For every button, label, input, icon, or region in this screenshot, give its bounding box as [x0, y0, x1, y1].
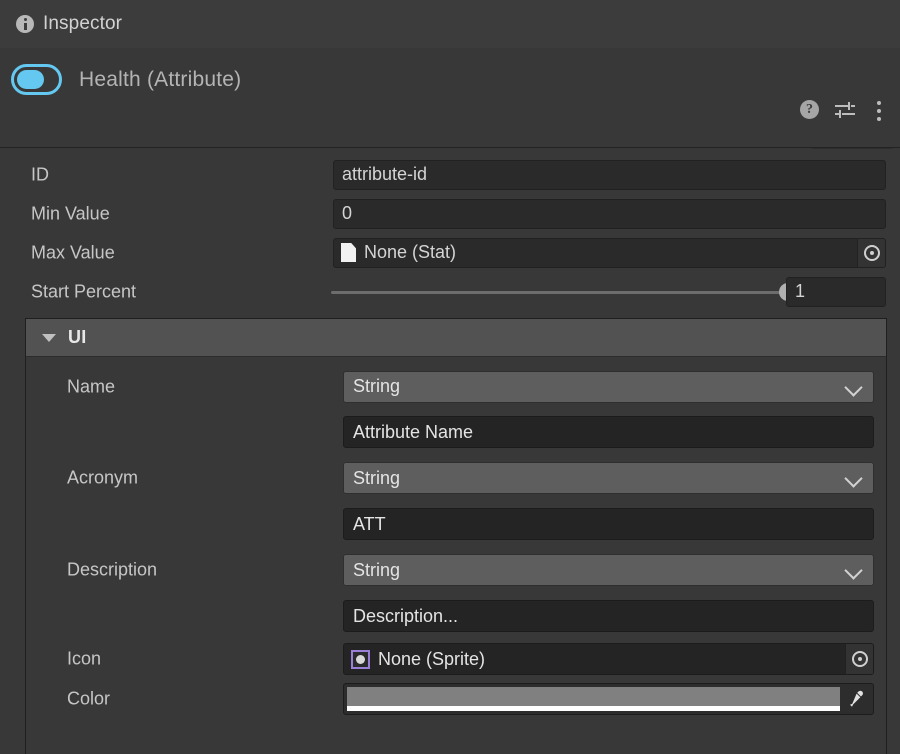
max-value-object-label: None (Stat) — [364, 242, 457, 262]
field-row-min-value: Min Value 0 — [0, 194, 900, 233]
eyedropper-icon[interactable] — [840, 687, 870, 711]
object-picker-ring — [863, 244, 880, 261]
start-percent-value: 1 — [795, 281, 806, 301]
help-icon[interactable]: ? — [798, 98, 822, 122]
document-icon — [341, 243, 356, 262]
field-row-icon: Icon None (Sprite) — [26, 639, 886, 679]
name-type-dropdown-value: String — [353, 376, 401, 396]
acronym-type-dropdown[interactable]: String — [343, 462, 874, 494]
page-title: Health (Attribute) — [79, 67, 242, 91]
chevron-down-icon — [843, 472, 865, 484]
icon-object-field[interactable]: None (Sprite) — [343, 643, 874, 675]
name-text-input-value: Attribute Name — [353, 421, 474, 442]
field-row-acronym-selector: Acronym String — [26, 455, 886, 501]
description-type-dropdown-value: String — [353, 559, 401, 580]
field-label-min-value: Min Value — [31, 203, 110, 223]
field-label-acronym: Acronym — [67, 467, 139, 488]
preset-settings-icon[interactable] — [833, 98, 857, 122]
id-input-value: attribute-id — [342, 164, 428, 184]
name-type-dropdown[interactable]: String — [343, 370, 874, 403]
id-input[interactable]: attribute-id — [333, 159, 886, 190]
min-value-input[interactable]: 0 — [333, 198, 886, 229]
object-picker-ring — [851, 651, 868, 667]
field-row-start-percent: Start Percent 1 — [0, 272, 900, 311]
acronym-text-input[interactable]: ATT — [343, 508, 874, 540]
acronym-type-dropdown-value: String — [353, 467, 401, 488]
name-text-input[interactable]: Attribute Name — [343, 416, 874, 448]
icon-object-label: None (Sprite) — [378, 648, 486, 669]
field-row-description-value: Description... — [26, 593, 886, 639]
field-label-max-value: Max Value — [31, 242, 115, 262]
start-percent-number-input[interactable]: 1 — [786, 276, 886, 307]
description-type-dropdown[interactable]: String — [343, 554, 874, 586]
field-row-id: ID attribute-id — [0, 155, 900, 194]
icon-object-inner: None (Sprite) — [344, 649, 845, 670]
object-title-row: Health (Attribute) — [11, 64, 241, 95]
description-text-input-value: Description... — [353, 605, 459, 626]
min-value-input-value: 0 — [342, 203, 353, 223]
tab-inspector-label: Inspector — [43, 13, 123, 34]
header-icon-group: ? — [798, 98, 892, 122]
field-label-start-percent: Start Percent — [31, 281, 137, 301]
field-row-description-selector: Description String — [26, 547, 886, 593]
field-row-name-selector: Name String — [26, 364, 886, 409]
triangle-down-icon[interactable] — [42, 333, 56, 342]
field-label-description: Description — [67, 559, 158, 580]
start-percent-slider[interactable] — [331, 282, 797, 302]
acronym-text-input-value: ATT — [353, 513, 386, 534]
color-field[interactable] — [343, 683, 874, 715]
chevron-down-icon — [843, 564, 865, 576]
help-icon-glyph: ? — [800, 100, 819, 119]
object-header: Health (Attribute) ? Open — [0, 48, 900, 176]
max-value-object-field[interactable]: None (Stat) — [333, 237, 886, 268]
ui-group-box: UI Name String Attribute Name Acronym St… — [25, 318, 887, 754]
color-swatch-alpha — [347, 706, 840, 711]
chevron-down-icon — [843, 381, 865, 393]
object-picker-icon[interactable] — [845, 644, 873, 674]
color-swatch[interactable] — [347, 687, 840, 711]
info-icon — [16, 15, 34, 33]
kebab-menu-icon[interactable] — [868, 98, 892, 122]
preset-settings-icon-svg — [835, 102, 855, 118]
field-label-color: Color — [67, 688, 111, 709]
description-text-input[interactable]: Description... — [343, 600, 874, 632]
field-label-icon: Icon — [67, 648, 102, 669]
field-row-max-value: Max Value None (Stat) — [0, 233, 900, 272]
field-label-id: ID — [31, 164, 49, 184]
ui-group-body: Name String Attribute Name Acronym Strin — [26, 364, 886, 754]
kebab-dots — [877, 101, 881, 125]
field-row-color: Color — [26, 679, 886, 719]
ui-group-title: UI — [68, 327, 87, 347]
tab-bar: Inspector — [0, 0, 900, 48]
inspector-window: Inspector Health (Attribute) ? ID attrib… — [0, 0, 900, 754]
tab-inspector[interactable]: Inspector — [0, 0, 136, 48]
max-value-object-inner: None (Stat) — [334, 242, 857, 263]
object-picker-icon[interactable] — [857, 238, 885, 267]
slider-track — [331, 290, 796, 294]
field-row-acronym-value: ATT — [26, 501, 886, 547]
field-label-name: Name — [67, 376, 116, 396]
color-swatch-fill — [347, 687, 840, 706]
field-row-name-value: Attribute Name — [26, 409, 886, 455]
sprite-icon — [351, 649, 370, 669]
eyedropper-icon-svg — [850, 690, 863, 707]
inspector-body: ID attribute-id Min Value 0 Max Value No… — [0, 149, 900, 754]
scriptable-object-icon — [11, 64, 62, 95]
ui-group-foldout[interactable]: UI — [26, 319, 886, 357]
